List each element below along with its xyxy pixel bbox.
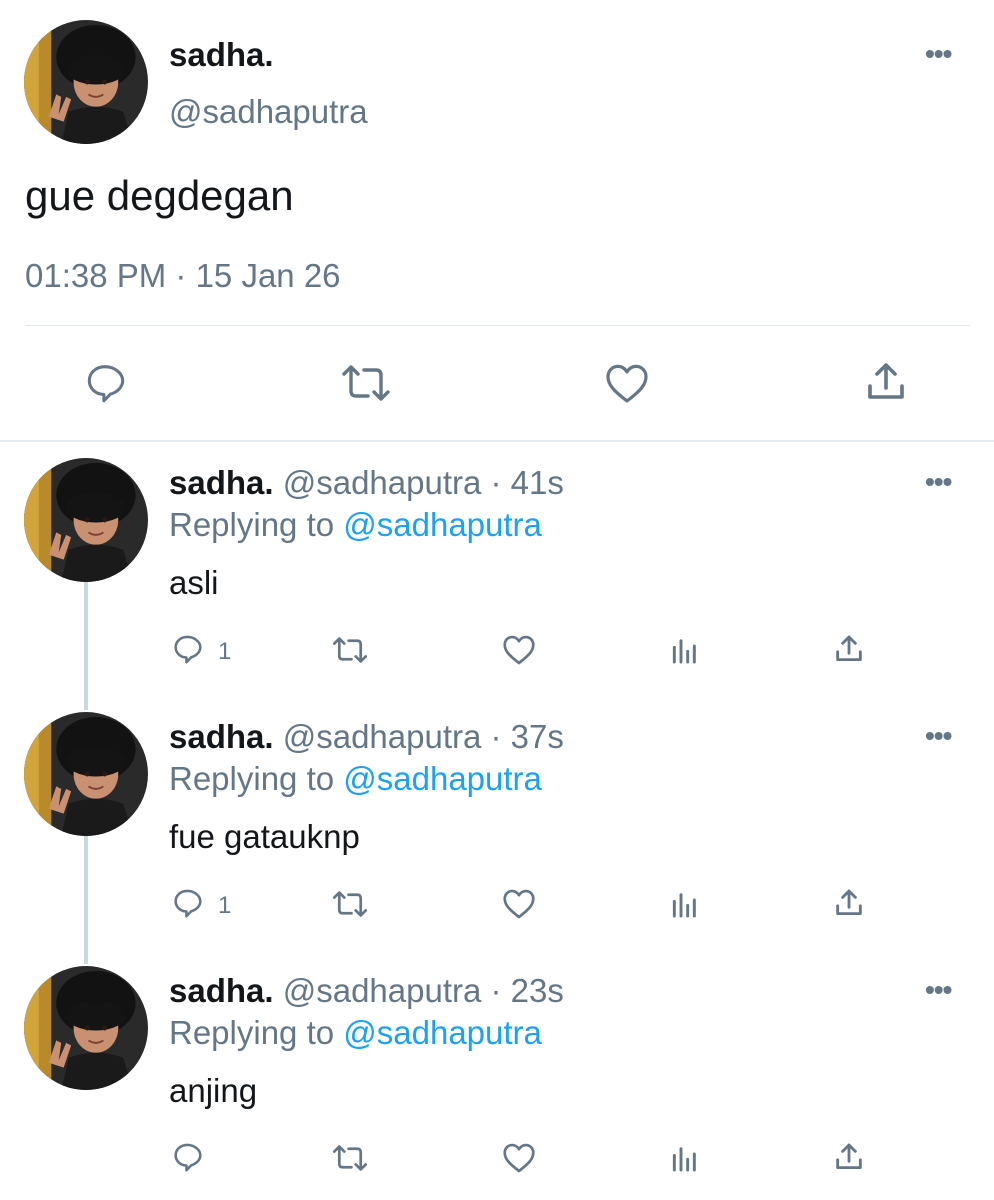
avatar[interactable]	[24, 966, 148, 1090]
retweet-icon	[342, 365, 390, 401]
reply-tweet[interactable]: sadha. @sadhaputra · 37s ••• Replying to…	[0, 696, 994, 950]
share-icon	[836, 1143, 862, 1170]
analytics-button[interactable]	[668, 1142, 702, 1174]
analytics-icon	[672, 1147, 696, 1172]
replying-prefix: Replying to	[169, 760, 344, 797]
like-icon	[606, 364, 648, 403]
share-button[interactable]	[832, 886, 866, 920]
share-button[interactable]	[832, 632, 866, 666]
reply-icon	[174, 1143, 202, 1172]
reply-header: sadha. @sadhaputra · 23s	[169, 972, 564, 1010]
retweet-button[interactable]	[331, 1143, 369, 1173]
main-tweet: sadha. @sadhaputra ••• gue degdegan 01:3…	[0, 0, 994, 440]
avatar-image	[24, 966, 148, 1090]
reply-icon	[87, 365, 125, 403]
display-name[interactable]: sadha.	[169, 718, 274, 755]
analytics-icon	[672, 639, 696, 664]
reply-header: sadha. @sadhaputra · 37s	[169, 718, 564, 756]
avatar[interactable]	[24, 712, 148, 836]
display-name[interactable]: sadha.	[169, 464, 274, 501]
replying-to-link[interactable]: @sadhaputra	[343, 506, 542, 543]
reply-text: fue gatauknp	[169, 818, 360, 855]
like-icon	[503, 889, 535, 919]
share-button[interactable]	[832, 1140, 866, 1174]
display-name[interactable]: sadha.	[169, 36, 274, 74]
share-button[interactable]	[862, 358, 910, 406]
reply-tweet[interactable]: sadha. @sadhaputra · 41s ••• Replying to…	[0, 442, 994, 696]
more-options-icon[interactable]: •••	[925, 976, 952, 1004]
avatar-image	[24, 20, 148, 144]
share-icon	[836, 889, 862, 916]
analytics-icon	[672, 893, 696, 918]
handle-and-time[interactable]: @sadhaputra · 23s	[283, 972, 564, 1009]
retweet-icon	[332, 891, 368, 917]
replying-to: Replying to @sadhaputra	[169, 760, 542, 798]
avatar[interactable]	[24, 20, 148, 144]
display-name[interactable]: sadha.	[169, 972, 274, 1009]
more-options-icon[interactable]: •••	[925, 722, 952, 750]
handle-and-time[interactable]: @sadhaputra · 37s	[283, 718, 564, 755]
more-options-icon[interactable]: •••	[925, 40, 952, 68]
reply-icon	[174, 635, 202, 664]
tweet-text: gue degdegan	[25, 172, 294, 219]
retweet-button[interactable]	[331, 889, 369, 919]
reply-text: anjing	[169, 1072, 258, 1109]
like-button[interactable]	[603, 360, 651, 406]
handle[interactable]: @sadhaputra	[169, 93, 368, 131]
retweet-button[interactable]	[340, 362, 392, 404]
replying-to: Replying to @sadhaputra	[169, 1014, 542, 1052]
replying-to-link[interactable]: @sadhaputra	[343, 1014, 542, 1051]
retweet-icon	[332, 637, 368, 663]
reply-count: 1	[218, 892, 232, 919]
reply-button[interactable]	[171, 886, 205, 920]
share-icon	[868, 363, 904, 399]
reply-icon	[174, 889, 202, 918]
reply-header: sadha. @sadhaputra · 41s	[169, 464, 564, 502]
like-button[interactable]	[501, 886, 537, 921]
retweet-button[interactable]	[331, 635, 369, 665]
analytics-button[interactable]	[668, 888, 702, 920]
reply-text: asli	[169, 564, 219, 601]
like-icon	[503, 635, 535, 665]
avatar-image	[24, 458, 148, 582]
like-icon	[503, 1143, 535, 1173]
tweet-timestamp[interactable]: 01:38 PM · 15 Jan 26	[25, 257, 341, 295]
replying-prefix: Replying to	[169, 506, 344, 543]
analytics-button[interactable]	[668, 634, 702, 666]
handle-and-time[interactable]: @sadhaputra · 41s	[283, 464, 564, 501]
like-button[interactable]	[501, 1140, 537, 1175]
avatar[interactable]	[24, 458, 148, 582]
replying-prefix: Replying to	[169, 1014, 344, 1051]
share-icon	[836, 635, 862, 662]
reply-count: 1	[218, 638, 232, 665]
reply-button[interactable]	[82, 360, 130, 406]
replying-to-link[interactable]: @sadhaputra	[343, 760, 542, 797]
divider	[25, 325, 970, 326]
reply-button[interactable]	[171, 632, 205, 666]
avatar-image	[24, 712, 148, 836]
reply-tweet[interactable]: sadha. @sadhaputra · 23s ••• Replying to…	[0, 950, 994, 1200]
retweet-icon	[332, 1145, 368, 1171]
replying-to: Replying to @sadhaputra	[169, 506, 542, 544]
like-button[interactable]	[501, 632, 537, 667]
more-options-icon[interactable]: •••	[925, 468, 952, 496]
reply-button[interactable]	[171, 1140, 205, 1174]
